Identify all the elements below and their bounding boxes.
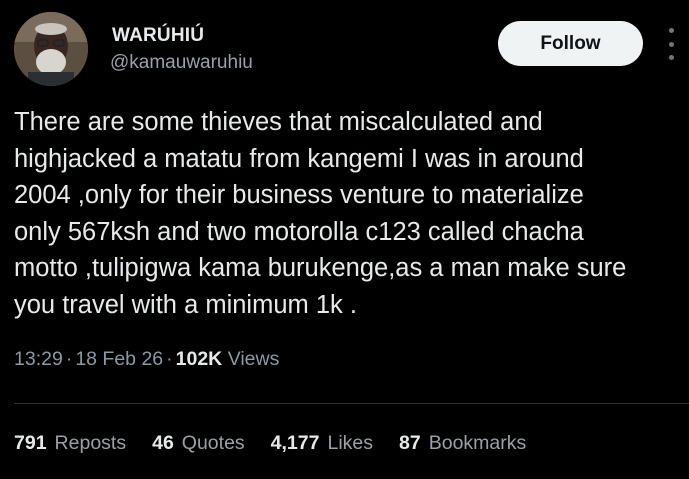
likes-label: Likes [327, 432, 374, 454]
likes-count: 4,177 [270, 432, 320, 454]
tweet-text: There are some thieves that miscalculate… [14, 108, 627, 319]
divider [14, 403, 689, 404]
views-label: Views [227, 348, 280, 370]
more-dot [668, 55, 674, 60]
tweet-time[interactable]: 13:29 [14, 348, 63, 370]
bookmarks-count: 87 [399, 432, 421, 454]
more-dot [668, 28, 674, 33]
more-dot [668, 41, 674, 47]
views-count: 102K [175, 348, 223, 370]
tweet-meta: 13:29 · 18 Feb 26 · 102K Views [14, 348, 279, 371]
quotes-stat[interactable]: 46 Quotes [152, 432, 245, 455]
meta-separator: · [166, 348, 173, 370]
bookmarks-label: Bookmarks [428, 432, 527, 454]
avatar-image [14, 12, 88, 86]
likes-stat[interactable]: 4,177 Likes [271, 432, 373, 455]
author-handle[interactable]: @kamauwaruhiu [110, 52, 253, 74]
follow-button[interactable]: Follow [498, 21, 643, 66]
quotes-label: Quotes [181, 432, 245, 454]
quotes-count: 46 [152, 432, 174, 454]
meta-separator: · [65, 348, 73, 370]
author-display-name[interactable]: WARÚHIÚ [112, 25, 204, 47]
avatar[interactable] [14, 12, 88, 86]
tweet-date[interactable]: 18 Feb 26 [75, 348, 163, 370]
reposts-label: Reposts [54, 432, 127, 454]
reposts-stat[interactable]: 791 Reposts [14, 432, 126, 455]
engagement-stats: 791 Reposts 46 Quotes 4,177 Likes 87 Bookmar… [14, 432, 526, 455]
reposts-count: 791 [14, 432, 47, 454]
bookmarks-stat[interactable]: 87 Bookmarks [399, 432, 526, 455]
more-vertical-icon[interactable] [666, 28, 676, 60]
